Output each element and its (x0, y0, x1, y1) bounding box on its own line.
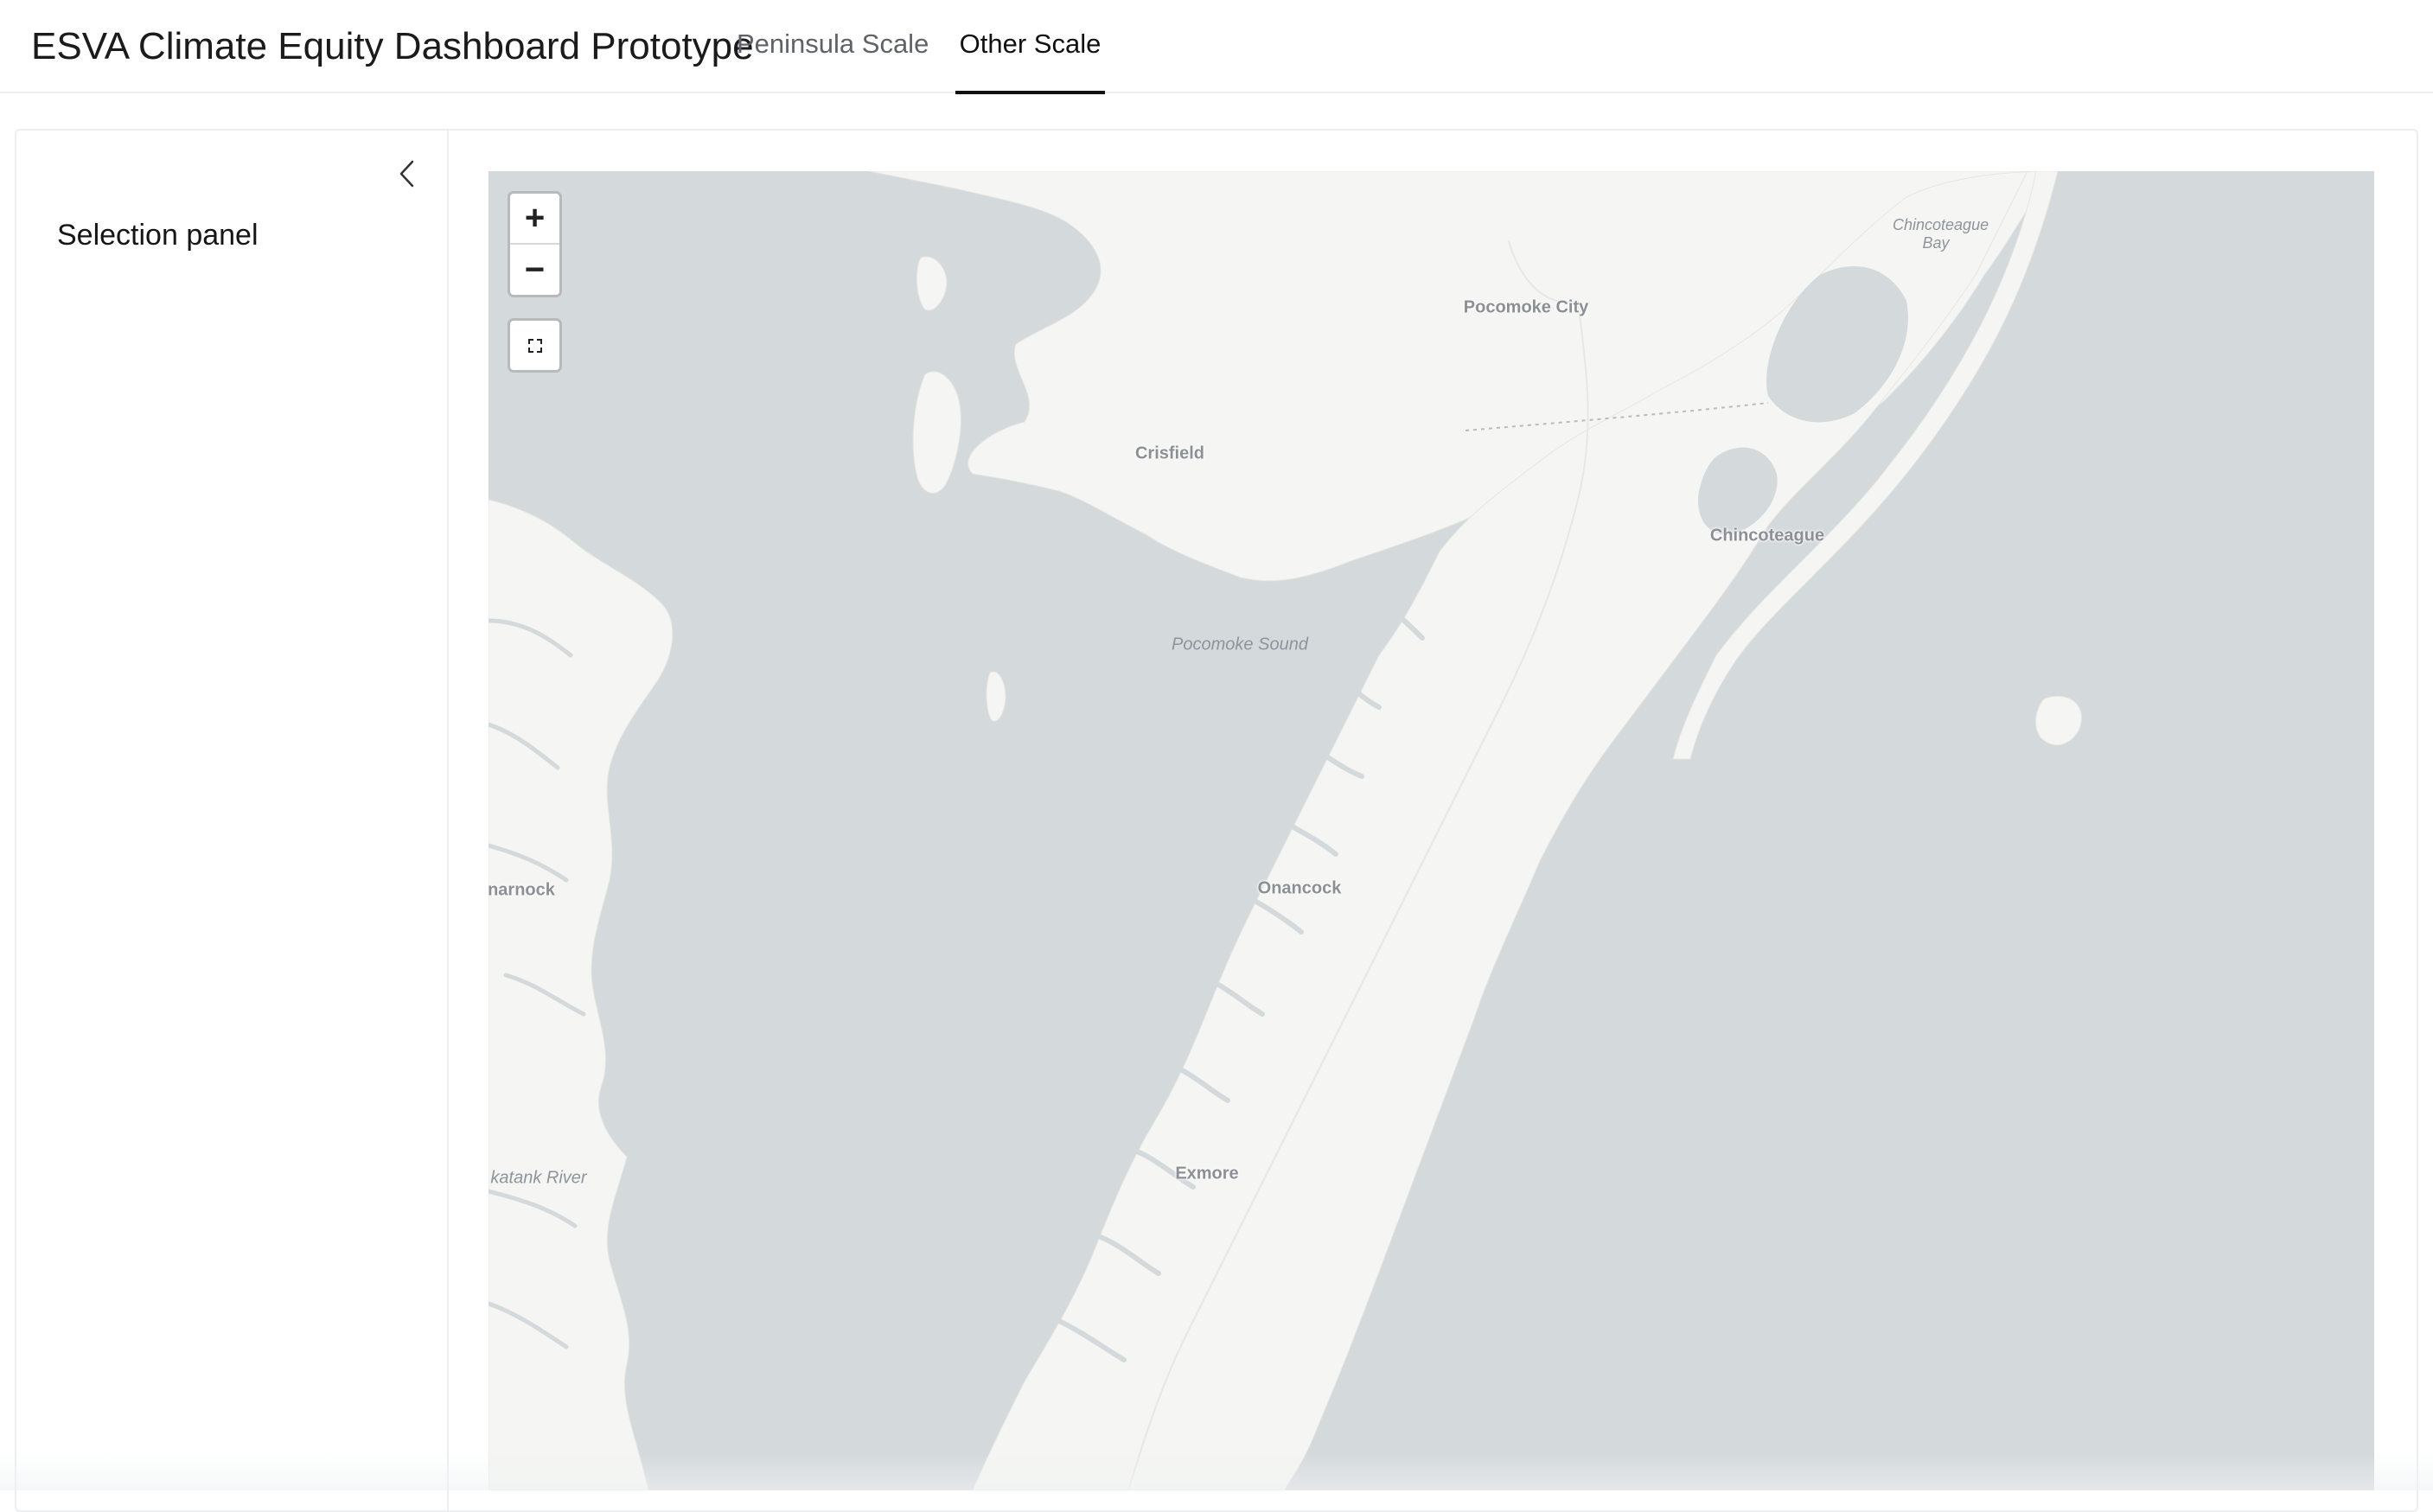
western-shore-land (489, 499, 674, 1490)
basemap (489, 171, 2083, 1490)
zoom-in-button[interactable]: + (510, 194, 559, 245)
smith-island (912, 371, 961, 494)
map-label-chincoteague: Chincoteague (1709, 526, 1825, 545)
selection-panel: Selection panel (16, 131, 449, 1510)
zoom-out-button[interactable]: − (510, 245, 559, 296)
selection-panel-title: Selection panel (57, 219, 259, 252)
zoom-controls: + − (508, 191, 562, 297)
app-header: ESVA Climate Equity Dashboard Prototype … (0, 0, 2433, 94)
fullscreen-icon (527, 338, 542, 353)
map-label-chincoteague-bay: Chincoteague Bay (1893, 216, 1989, 252)
map-label-onancock: Onancock (1257, 878, 1342, 898)
collapse-panel-button[interactable] (381, 151, 433, 196)
map-label-narnock: narnock (489, 880, 555, 900)
map-label-pocomoke-city: Pocomoke City (1463, 297, 1589, 317)
fullscreen-button[interactable] (508, 318, 562, 373)
map-label-crisfield: Crisfield (1134, 443, 1205, 463)
app-title: ESVA Climate Equity Dashboard Prototype (31, 25, 754, 67)
tab-other-scale[interactable]: Other Scale (955, 0, 1105, 94)
map-view[interactable]: Pocomoke City Crisfield Chincoteague Chi… (489, 171, 2374, 1490)
map-label-exmore: Exmore (1175, 1164, 1239, 1183)
map-label-katank-river: katank River (490, 1168, 587, 1188)
tab-peninsula-scale[interactable]: Peninsula Scale (737, 0, 929, 93)
map-label-pocomoke-sound: Pocomoke Sound (1172, 635, 1308, 654)
chevron-left-icon (399, 160, 414, 188)
